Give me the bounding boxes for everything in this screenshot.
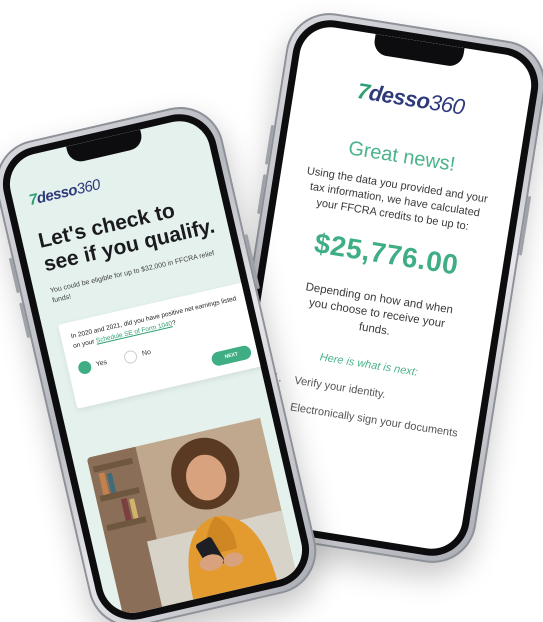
option-no[interactable]: No xyxy=(123,346,152,365)
volume-up-button xyxy=(8,257,20,294)
option-label: Yes xyxy=(95,358,108,369)
volume-down-button xyxy=(257,174,267,215)
volume-down-button xyxy=(19,302,31,339)
option-yes[interactable]: Yes xyxy=(76,356,109,376)
option-label: No xyxy=(141,348,152,358)
volume-up-button xyxy=(264,124,275,165)
power-button xyxy=(518,195,532,256)
depending-text: Depending on how and when you choose to … xyxy=(304,280,454,338)
radio-no[interactable] xyxy=(123,349,139,365)
step-text: Verify your identity. xyxy=(293,374,387,402)
next-button[interactable]: NEXT xyxy=(210,344,253,368)
product-mockup: 7desso360 Great news! Using the data you… xyxy=(0,0,543,622)
adesso360-logo: 7desso360 xyxy=(355,78,467,120)
radio-yes[interactable] xyxy=(76,359,93,376)
question-card: In 2020 and 2021, did you have positive … xyxy=(58,281,265,409)
